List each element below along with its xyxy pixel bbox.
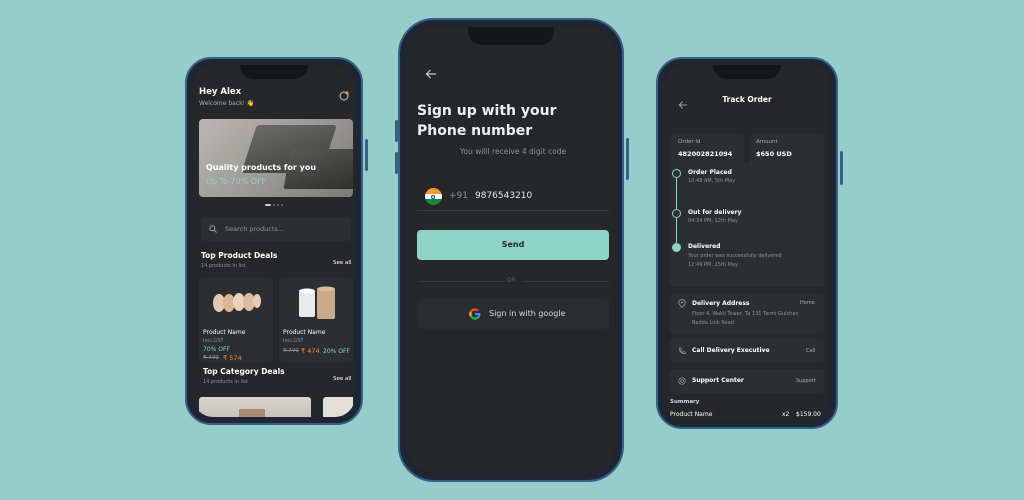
product-discount: 20% OFF (323, 348, 350, 355)
product-card[interactable]: Product Name incl.GST 70% OFF ₹ 770 ₹ 57… (199, 277, 273, 363)
banner-title: Quality products for you (206, 163, 317, 172)
greeting: Hey Alex (199, 87, 242, 97)
order-timeline: Order Placed 10:48 AM, 5th May Out for d… (670, 163, 824, 287)
summary-title: Summary (670, 399, 700, 405)
timeline-check-icon (672, 243, 681, 256)
support-icon (678, 377, 686, 385)
product-tax: incl.GST (283, 338, 304, 344)
product-name: Product Name (203, 329, 246, 336)
product-price: ₹ 474 (301, 347, 320, 355)
banner-subtitle: Up To 70% OFF (206, 177, 267, 186)
call-label: Call Delivery Executive (692, 347, 770, 354)
product-name: Product Name (283, 329, 326, 336)
address-line2: Badda Link Road (692, 320, 734, 326)
top-deals-see-all[interactable]: See all (333, 260, 351, 266)
send-button[interactable]: Send (417, 230, 609, 260)
divider (419, 281, 505, 282)
summary-item-price: $159.00 (796, 411, 821, 418)
phone-value: 9876543210 (475, 191, 533, 201)
summary-item-name: Product Name (670, 411, 713, 418)
track-order-screen: Track Order Order Id 482002821094 Amount… (664, 65, 830, 421)
welcome-text: Welcome back! 👋 (199, 100, 255, 107)
delivery-address-label: Delivery Address (692, 300, 750, 307)
call-delivery-executive-row[interactable]: Call Delivery Executive Call (670, 339, 824, 363)
phone-side-button (840, 151, 843, 185)
signup-subtitle: You willl receive 4 digit code (459, 147, 567, 156)
address-tag: Home (800, 300, 815, 306)
product-price: ₹ 574 (223, 354, 242, 362)
send-label: Send (501, 240, 525, 249)
track-order-title: Track Order (722, 95, 772, 104)
support-action[interactable]: Support (796, 378, 816, 384)
product-old-price: ₹ 770 (283, 348, 299, 354)
product-old-price: ₹ 770 (203, 355, 219, 361)
signup-phone: Sign up with your Phone number You willl… (395, 18, 629, 482)
top-category-see-all[interactable]: See all (333, 376, 351, 382)
category-card[interactable] (323, 397, 353, 417)
phone-number-input[interactable]: +91 9876543210 (417, 181, 609, 211)
or-label: OR (507, 277, 516, 284)
address-line1: Floor 4, Wakil Tower, Ta 131 Termi Gulsh… (692, 311, 799, 317)
phone-icon (678, 347, 686, 355)
timeline-dot (672, 169, 681, 178)
step-desc: Your order was successfully delivered (688, 253, 782, 259)
amount-value: $650 USD (756, 150, 792, 158)
category-image (239, 409, 265, 417)
home-phone: Hey Alex Welcome back! 👋 Quality product… (185, 57, 368, 425)
phone-side-button (626, 138, 629, 180)
india-flag-icon[interactable] (425, 188, 442, 205)
divider (523, 281, 609, 282)
search-icon (209, 225, 217, 233)
category-card[interactable] (199, 397, 311, 417)
top-category-subtitle: 14 products in list (203, 379, 248, 385)
product-discount: 70% OFF (203, 346, 230, 353)
step-title: Out for delivery (688, 209, 742, 216)
amount-label: Amount (756, 139, 778, 145)
step-time: 10:48 AM, 5th May (688, 178, 736, 184)
signup-title-line1: Sign up with your (417, 103, 557, 119)
google-signin-button[interactable]: Sign in with google (417, 299, 609, 329)
step-title: Order Placed (688, 169, 732, 176)
back-arrow-icon[interactable] (425, 65, 437, 79)
delivery-address-card[interactable]: Delivery Address Home Floor 4, Wakil Tow… (670, 293, 824, 333)
product-image (211, 289, 261, 317)
top-deals-title: Top Product Deals (201, 251, 278, 260)
phone-notch (468, 27, 554, 45)
summary-item-qty: x2 (782, 411, 790, 418)
phone-side-button (365, 139, 368, 171)
phone-notch (240, 65, 308, 79)
search-input[interactable]: Search products... (201, 217, 351, 241)
search-placeholder: Search products... (225, 225, 284, 233)
signup-title-line2: Phone number (417, 123, 533, 139)
top-category-title: Top Category Deals (203, 367, 285, 376)
carousel-dots[interactable] (265, 204, 283, 206)
country-code[interactable]: +91 (449, 191, 468, 201)
support-label: Support Center (692, 377, 744, 384)
location-pin-icon (678, 299, 686, 308)
promo-banner[interactable]: Quality products for you Up To 70% OFF (199, 119, 353, 197)
product-image (297, 285, 337, 321)
timeline-dot (672, 209, 681, 218)
step-time: 04:34 PM, 12th May (688, 218, 738, 224)
call-action[interactable]: Call (806, 348, 815, 354)
google-icon (469, 308, 481, 320)
order-id-value: 482002821094 (678, 150, 733, 158)
step-time: 12:49 PM, 15th May (688, 262, 738, 268)
google-label: Sign in with google (489, 309, 566, 318)
support-center-row[interactable]: Support Center Support (670, 369, 824, 393)
top-deals-subtitle: 14 products in list (201, 263, 246, 269)
product-tax: incl.GST (203, 338, 224, 344)
notification-icon[interactable] (338, 87, 350, 101)
signup-screen: Sign up with your Phone number You willl… (407, 27, 615, 473)
product-card[interactable]: Product Name incl.GST ₹ 770 ₹ 474 20% OF… (279, 277, 353, 363)
order-id-label: Order Id (678, 139, 701, 145)
phone-notch (713, 65, 781, 79)
phone-volume-button (395, 152, 398, 174)
home-screen: Hey Alex Welcome back! 👋 Quality product… (193, 65, 355, 417)
track-order-phone: Track Order Order Id 482002821094 Amount… (656, 57, 843, 429)
step-title: Delivered (688, 243, 721, 250)
phone-volume-button (395, 120, 398, 142)
